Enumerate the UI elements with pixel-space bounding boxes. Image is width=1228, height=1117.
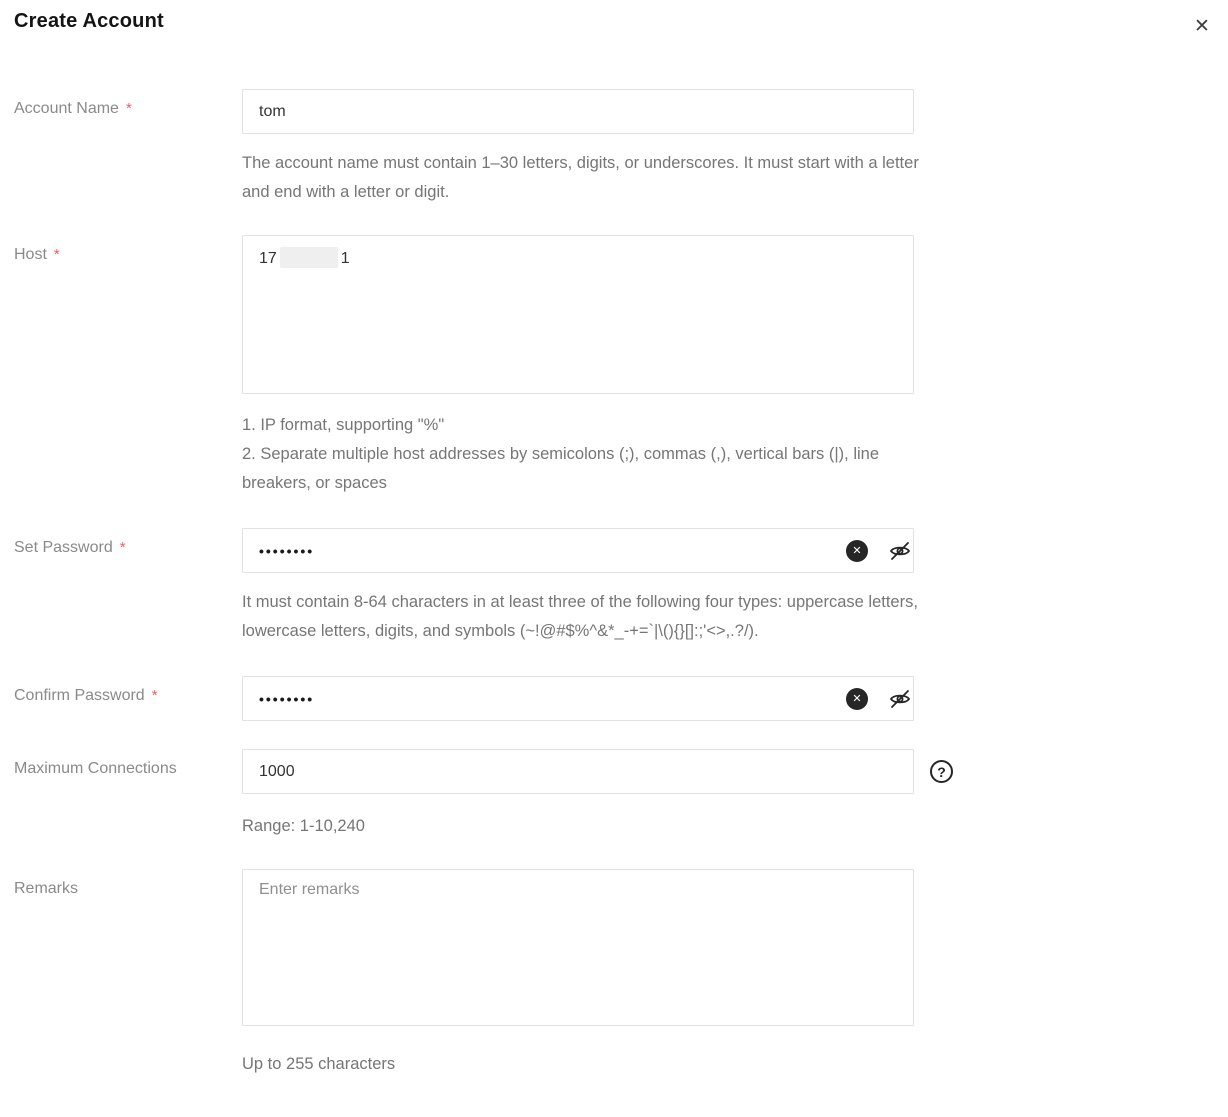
remarks-textarea[interactable] bbox=[242, 869, 914, 1026]
redacted-blur-box bbox=[279, 247, 338, 268]
help-question-icon[interactable]: ? bbox=[930, 760, 953, 783]
host-help-line1: 1. IP format, supporting "%" bbox=[242, 416, 445, 434]
account-name-label-col: Account Name * bbox=[14, 89, 242, 118]
set-password-icons: ✕ bbox=[846, 528, 912, 573]
host-row: Host * 17 1 1. IP format, supporting "%" 2… bbox=[14, 235, 1228, 498]
remarks-label: Remarks bbox=[14, 880, 79, 897]
dialog-header: Create Account ✕ bbox=[14, 10, 1228, 48]
clear-circle-icon[interactable]: ✕ bbox=[846, 539, 868, 562]
host-control: 17 1 1. IP format, supporting "%" 2. Sepa… bbox=[242, 235, 932, 498]
confirm-password-row: Confirm Password * ✕ bbox=[14, 676, 1228, 721]
host-textarea[interactable]: 17 1 bbox=[242, 235, 914, 394]
remarks-control: Up to 255 characters bbox=[242, 869, 932, 1079]
host-value-prefix: 17 bbox=[259, 250, 277, 268]
account-name-control: The account name must contain 1–30 lette… bbox=[242, 89, 932, 207]
account-name-row: Account Name * The account name must cont… bbox=[14, 89, 1228, 207]
remarks-label-col: Remarks bbox=[14, 869, 242, 898]
host-label: Host bbox=[14, 246, 47, 263]
create-account-dialog: Create Account ✕ Account Name * The accou… bbox=[0, 0, 1228, 1117]
confirm-password-label-col: Confirm Password * bbox=[14, 676, 242, 705]
page-title: Create Account bbox=[14, 10, 164, 32]
clear-circle-icon[interactable]: ✕ bbox=[846, 687, 868, 710]
required-asterisk: * bbox=[151, 687, 158, 704]
confirm-password-control: ✕ bbox=[242, 676, 932, 721]
account-name-input[interactable] bbox=[242, 89, 914, 134]
set-password-control: ✕ It must contain 8-64 characters in at … bbox=[242, 528, 932, 646]
confirm-password-input[interactable] bbox=[242, 676, 914, 721]
set-password-help: It must contain 8-64 characters in at le… bbox=[242, 593, 918, 640]
set-password-row: Set Password * ✕ It must contain 8-64 cha… bbox=[14, 528, 1228, 646]
host-help-line2: 2. Separate multiple host addresses by s… bbox=[242, 445, 880, 492]
maximum-connections-label: Maximum Connections bbox=[14, 760, 177, 777]
maximum-connections-help: Range: 1-10,240 bbox=[242, 817, 365, 835]
set-password-input[interactable] bbox=[242, 528, 914, 573]
host-help: 1. IP format, supporting "%" 2. Separate… bbox=[242, 411, 932, 498]
maximum-connections-label-col: Maximum Connections bbox=[14, 749, 242, 778]
eye-slash-icon[interactable] bbox=[888, 539, 912, 563]
set-password-label-col: Set Password * bbox=[14, 528, 242, 557]
eye-slash-icon[interactable] bbox=[888, 687, 912, 711]
required-asterisk: * bbox=[53, 246, 60, 263]
host-label-col: Host * bbox=[14, 235, 242, 264]
required-asterisk: * bbox=[125, 100, 132, 117]
account-name-help: The account name must contain 1–30 lette… bbox=[242, 154, 919, 201]
close-icon[interactable]: ✕ bbox=[1190, 14, 1214, 38]
maximum-connections-input[interactable] bbox=[242, 749, 914, 794]
host-value-suffix: 1 bbox=[340, 250, 350, 268]
required-asterisk: * bbox=[119, 539, 126, 556]
remarks-help: Up to 255 characters bbox=[242, 1055, 396, 1073]
account-name-label: Account Name bbox=[14, 100, 119, 117]
confirm-password-icons: ✕ bbox=[846, 676, 912, 721]
maximum-connections-row: Maximum Connections ? Range: 1-10,240 bbox=[14, 749, 1228, 841]
maximum-connections-control: ? Range: 1-10,240 bbox=[242, 749, 953, 841]
set-password-label: Set Password bbox=[14, 539, 113, 556]
remarks-row: Remarks Up to 255 characters bbox=[14, 869, 1228, 1079]
confirm-password-label: Confirm Password bbox=[14, 687, 145, 704]
